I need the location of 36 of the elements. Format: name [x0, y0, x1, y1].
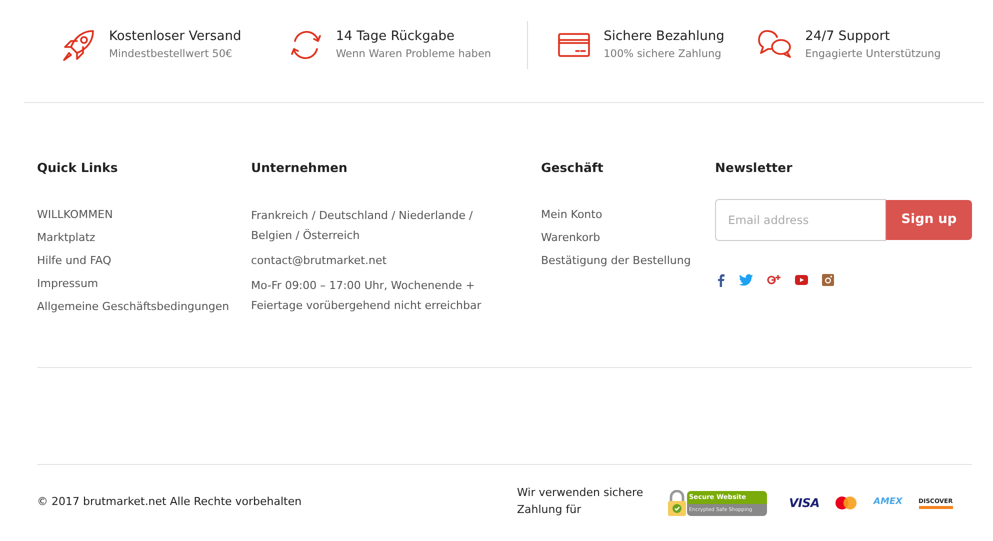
company-info: contact@brutmarket.net — [251, 252, 388, 269]
feature-title: 14 Tage Rückgabe — [336, 28, 456, 46]
feature-subtitle: 100% sichere Zahlung — [604, 46, 722, 62]
column-heading: Unternehmen — [251, 159, 348, 177]
padlock-icon — [667, 490, 687, 516]
footer-link[interactable]: Allgemeine Geschäftsbedingungen — [37, 298, 251, 316]
youtube-icon[interactable] — [795, 275, 808, 286]
facebook-icon[interactable] — [717, 274, 725, 287]
visa-logo: VISA — [789, 494, 820, 512]
column-heading: Quick Links — [37, 159, 119, 177]
rocket-icon — [61, 27, 97, 63]
feature-title: Sichere Bezahlung — [604, 28, 724, 46]
footer-link[interactable]: Hilfe und FAQ — [37, 252, 251, 270]
amex-logo: AMEX — [873, 496, 902, 509]
column-heading: Geschäft — [541, 159, 604, 177]
footer-link[interactable]: Bestätigung der Bestellung — [541, 252, 715, 270]
twitter-icon[interactable] — [739, 274, 753, 286]
email-field[interactable]: Email address — [715, 198, 886, 241]
google-plus-icon[interactable] — [767, 274, 781, 286]
footer-link[interactable]: Mein Konto — [541, 206, 715, 224]
company-info: Mo-Fr 09:00 – 17:00 Uhr, Wochenende + Feiertage vorübergehend nicht erreichbar — [251, 278, 482, 314]
feature-title: Kostenloser Versand — [109, 28, 242, 46]
sign-up-button[interactable]: Sign up — [886, 200, 972, 240]
feature-subtitle: Wenn Waren Probleme haben — [336, 46, 492, 62]
footer-link[interactable]: Impressum — [37, 274, 251, 293]
mastercard-logo — [835, 496, 858, 510]
feature-subtitle: Mindestbestellwert 50€ — [109, 46, 234, 62]
feature-title: 24/7 Support — [805, 28, 891, 46]
footer-link[interactable]: WILLKOMMEN — [37, 206, 251, 224]
footer-link[interactable]: Marktplatz — [37, 228, 251, 247]
feature-subtitle: Engagierte Unterstützung — [805, 46, 941, 62]
copyright-text: © 2017 brutmarket.net Alle Rechte vorbehalten — [37, 494, 303, 510]
footer-link[interactable]: Warenkorb — [541, 228, 715, 247]
column-heading: Newsletter — [715, 159, 794, 177]
instagram-icon[interactable] — [822, 274, 834, 286]
payment-note: Wir verwenden sichere Zahlung für — [517, 484, 644, 518]
